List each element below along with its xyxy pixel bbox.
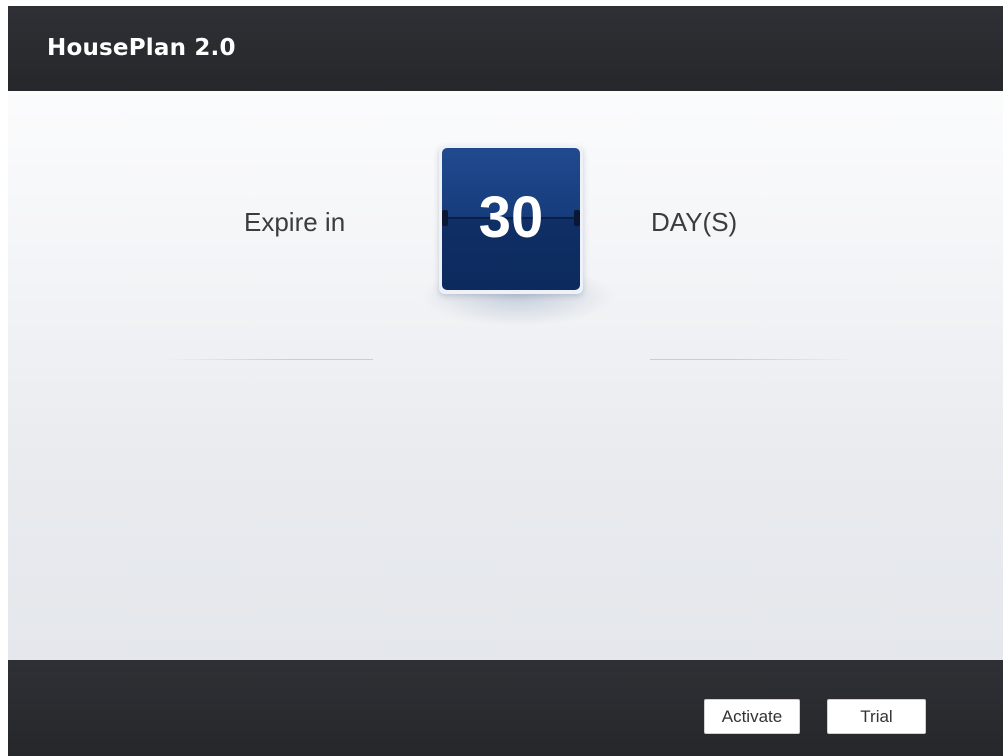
expire-label: Expire in (244, 207, 346, 237)
title-bar: HousePlan 2.0 (8, 6, 1003, 91)
counter-face: 30 (442, 148, 580, 290)
app-title: HousePlan 2.0 (47, 35, 236, 61)
divider-right (650, 359, 857, 360)
app-window: HousePlan 2.0 Expire in 30 DAY(S) Activa… (8, 6, 1003, 756)
days-counter: 30 (439, 146, 583, 294)
divider-left (166, 359, 373, 360)
footer-bar: Activate Trial (8, 660, 1003, 756)
days-unit-label: DAY(S) (651, 207, 738, 237)
days-remaining-value: 30 (478, 185, 544, 250)
activate-button[interactable]: Activate (704, 699, 800, 734)
trial-button[interactable]: Trial (827, 699, 926, 734)
